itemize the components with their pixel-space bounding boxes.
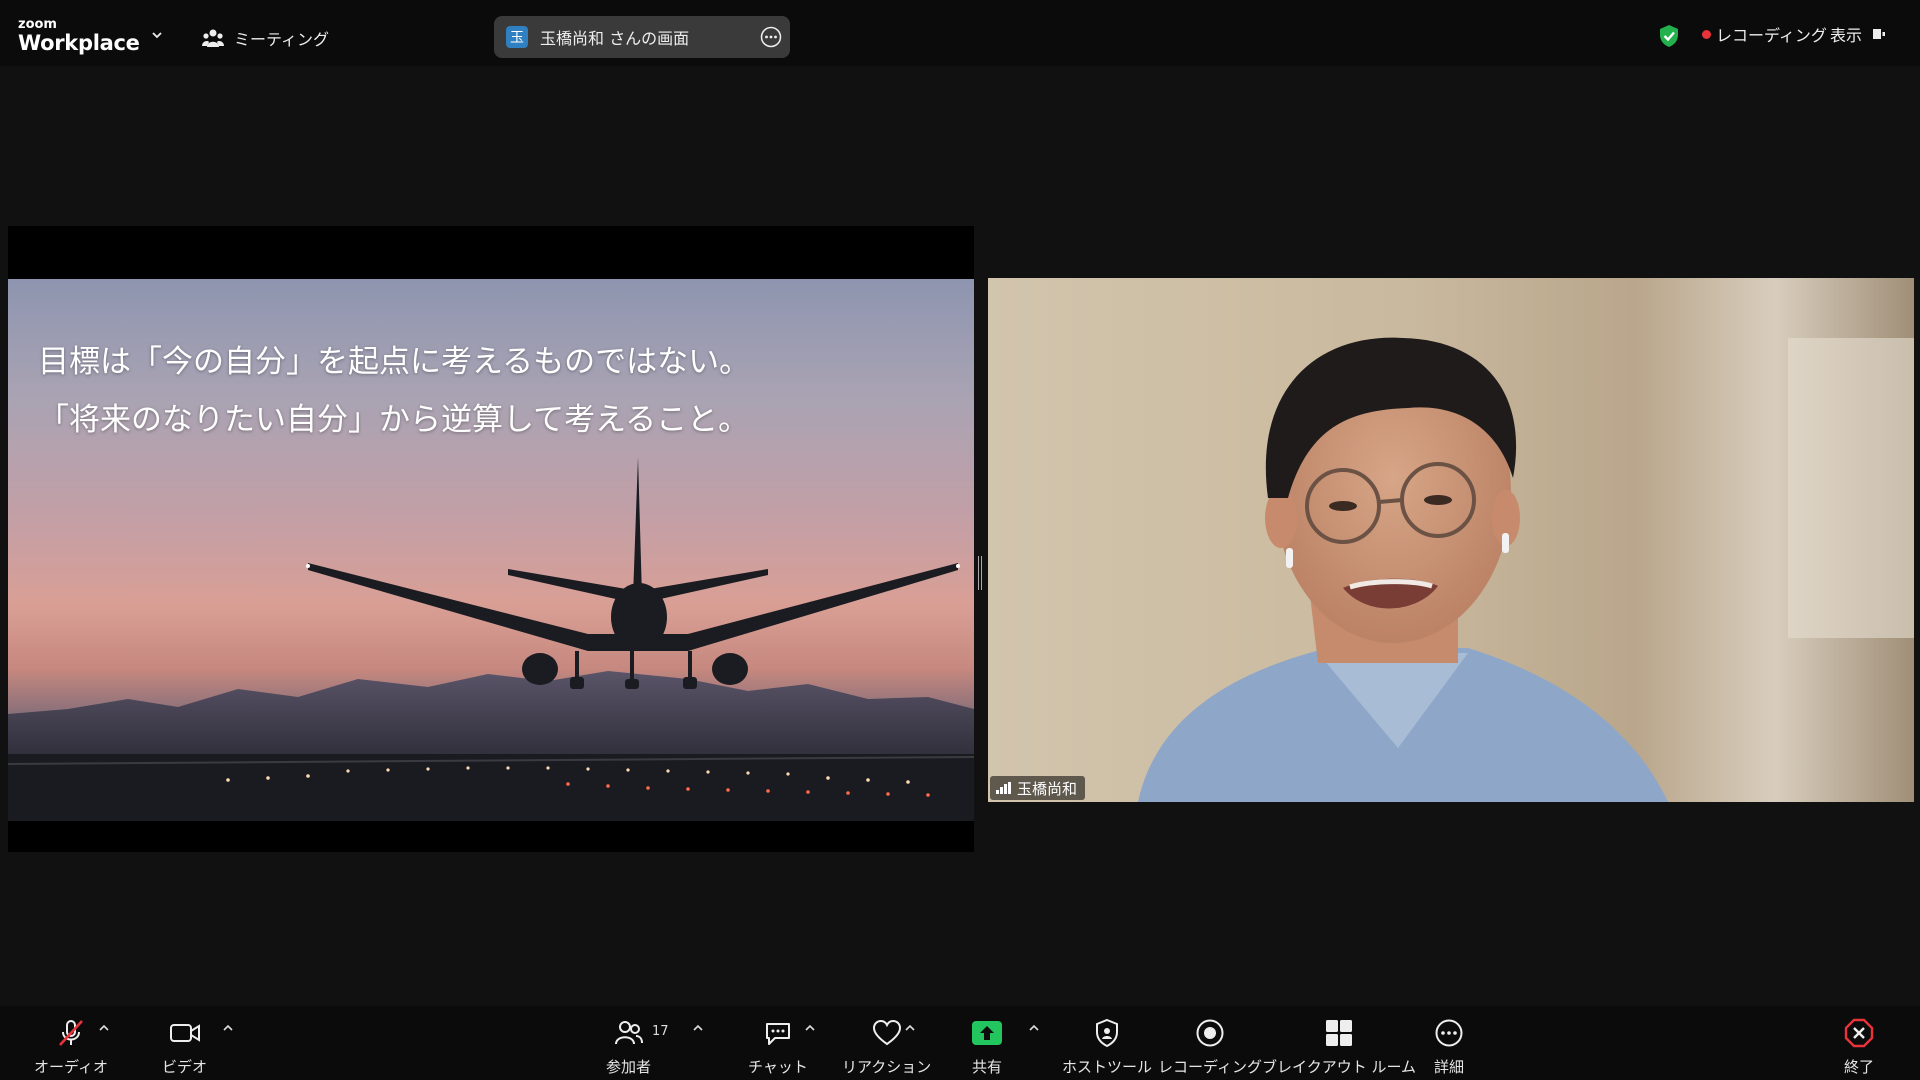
people-icon [202, 29, 224, 47]
share-screen-icon [972, 1021, 1002, 1045]
brand-small: zoom [18, 17, 57, 32]
video-options-chevron-icon[interactable] [222, 1022, 234, 1034]
top-bar: zoom Workplace ミーティング 玉 玉橋尚和 さんの画面 レコーディ… [0, 0, 1920, 66]
participants-options-chevron-icon[interactable] [692, 1022, 704, 1034]
participants-icon [614, 1021, 643, 1045]
zoom-workplace-logo: zoom Workplace [18, 18, 140, 54]
end-meeting-icon [1844, 1018, 1874, 1048]
video-button[interactable]: ビデオ [162, 1016, 207, 1077]
more-dots-icon [1435, 1019, 1463, 1047]
end-meeting-button[interactable]: 終了 [1842, 1016, 1876, 1077]
slide-caption-line-1: 目標は「今の自分」を起点に考えるものではない。 [38, 344, 751, 380]
chat-button[interactable]: チャット [748, 1016, 808, 1077]
shield-icon [1096, 1018, 1118, 1048]
breakout-rooms-label: ブレイクアウト ルーム [1262, 1058, 1417, 1076]
recording-label: レコーディング [1158, 1058, 1262, 1076]
meeting-controls-toolbar: オーディオ ビデオ 参加者 17 チャット リアクション 共有 ホストツール レ… [0, 1006, 1920, 1080]
chevron-down-icon[interactable] [150, 28, 164, 42]
more-options-icon[interactable] [760, 26, 782, 48]
shared-screen: 目標は「今の自分」を起点に考えるものではない。 「将来のなりたい自分」から逆算し… [8, 226, 974, 852]
view-label: 表示 [1830, 26, 1863, 45]
recording-status-label: レコーディング [1716, 26, 1827, 45]
slide-caption-line-2: 「将来のなりたい自分」から逆算して考えること。 [38, 402, 750, 438]
participant-video-feed [1138, 337, 1914, 802]
chat-label: チャット [748, 1058, 808, 1076]
view-menu-button[interactable]: 表示 [1830, 22, 1886, 46]
heart-icon [872, 1019, 901, 1046]
security-shield-icon[interactable] [1658, 24, 1680, 48]
meeting-menu-button[interactable]: ミーティング [202, 26, 329, 50]
presentation-slide: 目標は「今の自分」を起点に考えるものではない。 「将来のなりたい自分」から逆算し… [8, 279, 974, 821]
more-label: 詳細 [1433, 1058, 1464, 1076]
recording-dot-icon [1702, 29, 1711, 39]
share-owner-avatar: 玉 [506, 26, 528, 48]
audio-button[interactable]: オーディオ [34, 1016, 108, 1077]
view-layout-icon [1873, 29, 1886, 39]
more-button[interactable]: 詳細 [1432, 1016, 1466, 1077]
share-owner-label: 玉橋尚和 さんの画面 [540, 29, 690, 48]
share-options-chevron-icon[interactable] [1028, 1022, 1040, 1034]
chat-bubble-icon [765, 1023, 790, 1045]
participant-name: 玉橋尚和 [1017, 779, 1078, 798]
meeting-label: ミーティング [234, 30, 330, 49]
participants-button[interactable]: 参加者 [606, 1016, 651, 1077]
slide-caption: 目標は「今の自分」を起点に考えるものではない。 「将来のなりたい自分」から逆算し… [38, 333, 750, 449]
reactions-button[interactable]: リアクション [842, 1016, 931, 1077]
audio-label: オーディオ [34, 1058, 108, 1076]
reactions-label: リアクション [842, 1058, 932, 1076]
reactions-options-chevron-icon[interactable] [904, 1022, 916, 1034]
share-label: 共有 [971, 1058, 1002, 1076]
audio-options-chevron-icon[interactable] [98, 1022, 110, 1034]
recording-indicator[interactable]: レコーディング [1702, 22, 1827, 46]
recording-button[interactable]: レコーディング [1158, 1016, 1262, 1077]
microphone-muted-icon [59, 1020, 83, 1046]
breakout-rooms-icon [1326, 1020, 1353, 1046]
meeting-stage: 目標は「今の自分」を起点に考えるものではない。 「将来のなりたい自分」から逆算し… [0, 66, 1920, 1006]
screen-share-indicator[interactable]: 玉 玉橋尚和 さんの画面 [494, 16, 790, 58]
participants-count: 17 [652, 1024, 669, 1039]
share-screen-button[interactable]: 共有 [970, 1016, 1004, 1077]
chat-options-chevron-icon[interactable] [804, 1022, 816, 1034]
end-meeting-label: 終了 [1843, 1058, 1874, 1076]
video-camera-icon [169, 1024, 200, 1042]
participants-label: 参加者 [606, 1058, 652, 1076]
host-tools-label: ホストツール [1062, 1058, 1153, 1076]
record-icon [1196, 1019, 1224, 1047]
breakout-rooms-button[interactable]: ブレイクアウト ルーム [1262, 1016, 1416, 1077]
host-tools-button[interactable]: ホストツール [1062, 1016, 1152, 1077]
participant-name-tag: 玉橋尚和 [990, 776, 1086, 800]
participant-video-tile[interactable]: 玉橋尚和 [988, 278, 1914, 802]
video-label: ビデオ [162, 1058, 208, 1076]
split-resize-handle[interactable] [978, 556, 982, 590]
brand-large: Workplace [18, 31, 140, 55]
signal-strength-icon [996, 782, 1011, 794]
